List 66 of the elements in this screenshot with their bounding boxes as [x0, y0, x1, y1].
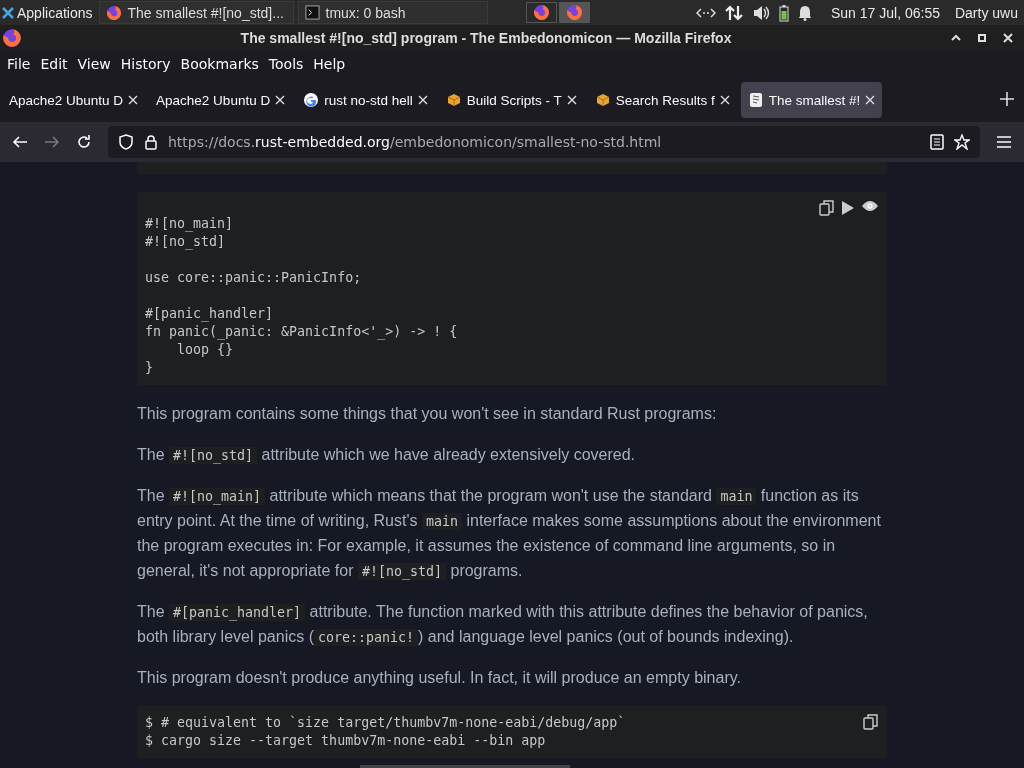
- battery-icon: [779, 3, 789, 22]
- close-icon[interactable]: [1002, 31, 1014, 44]
- shield-icon[interactable]: [118, 134, 134, 150]
- menu-item[interactable]: History: [115, 56, 176, 72]
- google-icon: [303, 92, 320, 108]
- taskbar-button[interactable]: tmux: 0 bash: [297, 1, 488, 24]
- browser-tab[interactable]: Apache2 Ubuntu D: [149, 82, 293, 118]
- close-icon[interactable]: [865, 95, 876, 105]
- menu-item[interactable]: Tools: [263, 56, 309, 72]
- forward-icon[interactable]: [44, 134, 60, 150]
- browser-icon: [2, 27, 22, 48]
- reader-view-icon[interactable]: [930, 134, 944, 150]
- taskbar-button[interactable]: The smallest #![no_std]...: [98, 1, 294, 24]
- browser-icon: [565, 4, 583, 21]
- play-icon[interactable]: [841, 200, 855, 216]
- box-icon: [445, 92, 462, 108]
- close-icon[interactable]: [275, 95, 286, 105]
- paragraph: The #![no_std] attribute which we have already extensively covered.: [137, 445, 637, 466]
- plus-icon[interactable]: [1000, 91, 1014, 106]
- clock[interactable]: Sun 17 Jul, 06:55: [831, 4, 940, 21]
- browser-tab[interactable]: Apache2 Ubuntu D: [2, 82, 146, 118]
- box-icon: [594, 92, 611, 108]
- menu-item[interactable]: View: [72, 56, 116, 72]
- applications-menu[interactable]: Applications: [0, 0, 95, 25]
- browser-tab[interactable]: Build Scripts - T: [438, 82, 584, 118]
- lock-icon[interactable]: [144, 134, 158, 150]
- copy-icon[interactable]: [819, 200, 835, 216]
- close-icon[interactable]: [719, 95, 730, 105]
- window-title: The smallest #![no_std] program - The Embedonomicon — Mozilla Firefox: [239, 29, 733, 46]
- close-icon: [2, 6, 14, 19]
- paragraph: This program contains some things that you won't see in standard Rust programs:: [137, 404, 718, 424]
- code-text: #![no_main] #![no_std] use core::panic::PanicInfo; #[panic_handler] fn panic(_panic: &PanicInfo<'_>) -> ! { loop {} }: [145, 215, 458, 377]
- browser-icon: [532, 4, 550, 21]
- bell-icon: [798, 4, 812, 21]
- paragraph: The #[panic_handler] attribute. The function marked with this attribute defines the behavior of panics, both library level panics ( core::panic! ) and language level panics (out of bounds indexing).: [137, 602, 869, 648]
- terminal-icon: [304, 5, 320, 20]
- workspace-button[interactable]: [525, 2, 557, 23]
- book-icon: [747, 92, 764, 108]
- reload-icon[interactable]: [76, 134, 92, 150]
- user-name[interactable]: Darty uwu: [954, 4, 1018, 21]
- close-icon[interactable]: [417, 95, 428, 105]
- star-icon[interactable]: [954, 134, 970, 150]
- eye-icon[interactable]: [861, 200, 879, 212]
- menu-item[interactable]: Edit: [35, 56, 73, 72]
- address-field[interactable]: https://docs.rust-embedded.org/embedonomicon/smallest-no-std.html: [108, 126, 980, 158]
- menu-item[interactable]: Bookmarks: [175, 56, 264, 72]
- paragraph: This program doesn't produce anything useful. In fact, it will produce an empty binary.: [137, 668, 742, 688]
- copy-icon[interactable]: [863, 714, 879, 730]
- restore-icon[interactable]: [976, 31, 988, 44]
- menu-item[interactable]: Help: [308, 56, 351, 72]
- network-icon: [696, 6, 716, 19]
- browser-icon: [105, 4, 122, 21]
- scrollbar[interactable]: [360, 765, 570, 768]
- menu-item[interactable]: File: [2, 56, 36, 72]
- close-icon[interactable]: [566, 95, 577, 105]
- paragraph: The #![no_main] attribute which means that the program won't use the standard main function as its entry point. At the time of writing, Rust's main interface makes some assumptions about the environment the program executes in: For example, it assumes the existence of command line arguments, so in general, it's not appropriate for #![no_std] programs.: [137, 486, 882, 582]
- workspace-button[interactable]: [558, 2, 590, 23]
- browser-tab[interactable]: Search Results f: [587, 82, 737, 118]
- close-icon[interactable]: [128, 95, 139, 105]
- transfer-icon: [725, 3, 743, 22]
- back-icon[interactable]: [12, 134, 28, 150]
- menu-icon[interactable]: [996, 135, 1012, 149]
- code-text: $ # equivalent to `size target/thumbv7m-none-eabi/debug/app` $ cargo size --target thumbv7m-none-eabi --bin app: [145, 714, 626, 750]
- browser-tab[interactable]: The smallest #!: [740, 82, 883, 118]
- volume-icon: [752, 4, 770, 21]
- browser-tab[interactable]: rust no-std hell: [296, 82, 435, 118]
